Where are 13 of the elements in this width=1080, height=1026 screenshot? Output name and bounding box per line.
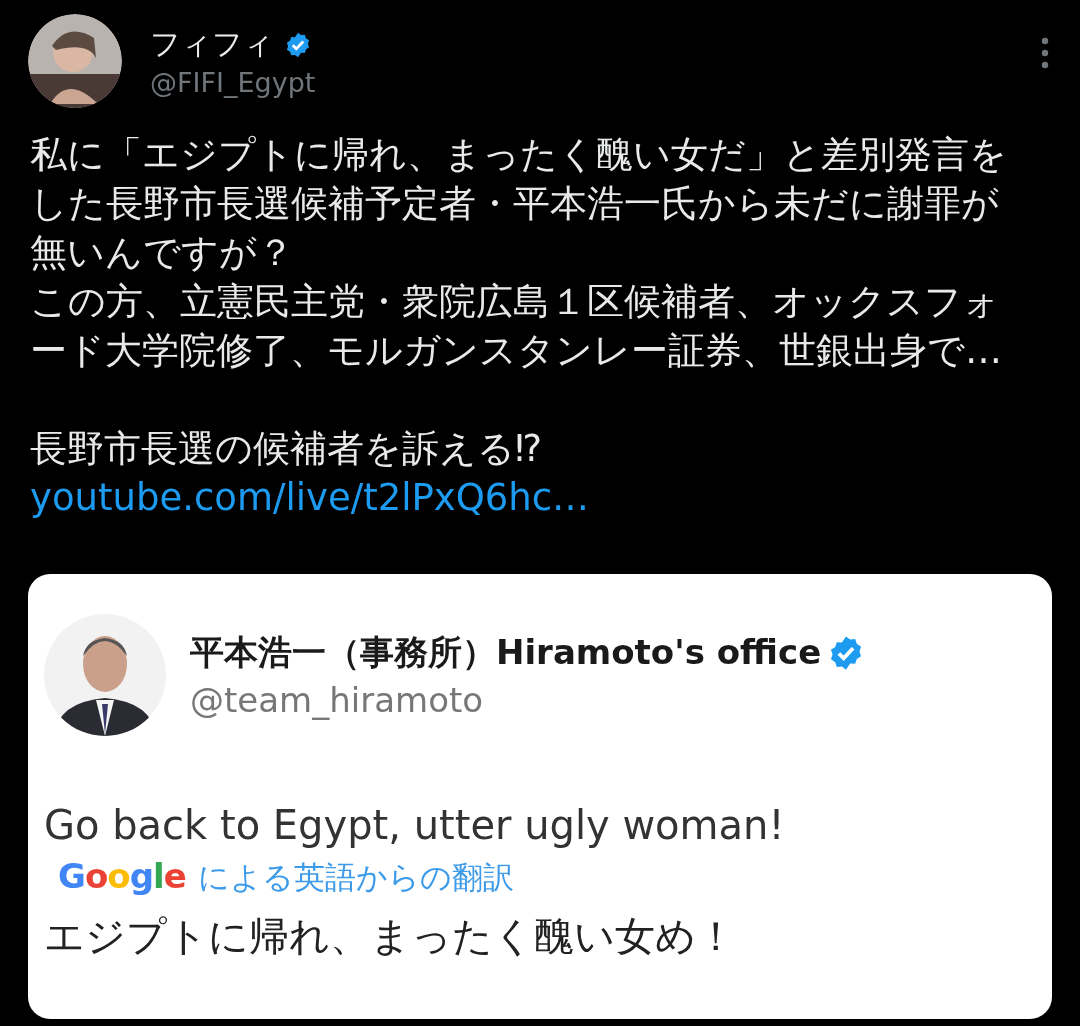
author-name[interactable]: フィフィ (150, 24, 274, 65)
tweet-text: 長野市長選の候補者を訴える⁉ (30, 427, 543, 470)
account-name: 平本浩一（事務所）Hiramoto's office (190, 631, 822, 674)
tweet-text: 私に「エジプトに帰れ、まったく醜い女だ」と差別発言をした長野市長選候補予定者・平本浩一氏から未だに謝罪が無いんですが？ (30, 132, 1008, 276)
translator-logo: Google (58, 856, 186, 896)
more-options-icon[interactable] (1040, 36, 1050, 70)
tweet-text: この方、立憲民主党・衆院広島１区候補者、オックスフォード大学院修了、モルガンスタンレー証券、世銀出身で… (30, 279, 1003, 374)
account-handle: @team_hiramoto (190, 680, 485, 720)
video-link[interactable]: youtube.com/live/t2lPxQ6hc… (30, 476, 590, 519)
quoted-text: Go back to Egypt, utter ugly woman! (44, 802, 786, 848)
author-handle[interactable]: @FIFI_Egypt (150, 67, 1012, 98)
translated-text: エジプトに帰れ、まったく醜い女め！ (44, 912, 737, 961)
translation-label: による英語からの翻訳 (197, 858, 514, 897)
